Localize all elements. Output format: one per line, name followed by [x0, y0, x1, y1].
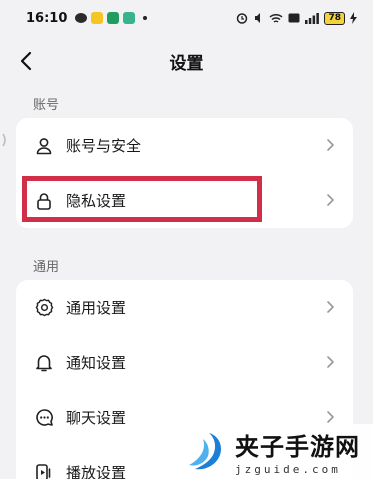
wifi-icon: [269, 13, 283, 23]
row-label: 通用设置: [66, 299, 127, 317]
chat-bubble-icon: [34, 408, 54, 428]
row-label: 通知设置: [66, 354, 127, 372]
bell-icon: [34, 353, 54, 373]
battery-indicator: 78: [324, 11, 345, 25]
status-app-icons: [75, 12, 136, 24]
section-label-general: 通用: [33, 260, 60, 275]
more-notifications-dot: [143, 16, 148, 20]
charging-icon: [350, 12, 357, 24]
row-general-settings[interactable]: 通用设置: [16, 280, 353, 335]
status-time: 16:10: [26, 10, 68, 26]
section-label-account: 账号: [33, 98, 60, 113]
back-button[interactable]: [14, 48, 38, 74]
row-label: 播放设置: [66, 464, 127, 479]
status-right: 78: [236, 11, 357, 25]
signal-icon: [305, 12, 320, 24]
watermark-logo: [189, 432, 221, 469]
row-label: 账号与安全: [66, 137, 142, 155]
chevron-right-icon: [327, 194, 334, 206]
play-device-icon: [34, 463, 54, 479]
watermark: 夹子手游网 jzguide.com: [175, 424, 373, 479]
chevron-right-icon: [327, 139, 334, 151]
nav-bar: 设置: [0, 40, 373, 82]
chevron-right-icon: [327, 356, 334, 368]
page-title: 设置: [169, 53, 204, 74]
app-notification-icon: [123, 12, 136, 24]
chevron-right-icon: [327, 411, 334, 423]
highlight-box: [22, 176, 262, 222]
status-bar: 16:10 78: [0, 0, 373, 36]
edge-handle-icon: [2, 133, 6, 147]
hd-icon: [288, 13, 300, 23]
alarm-icon: [237, 13, 248, 24]
row-notification-settings[interactable]: 通知设置: [16, 335, 353, 390]
row-label: 聊天设置: [66, 409, 127, 427]
chevron-left-icon: [20, 51, 32, 71]
watermark-url: jzguide.com: [235, 463, 341, 476]
wechat-icon: [75, 13, 88, 23]
app-notification-icon: [91, 12, 104, 24]
watermark-title: 夹子手游网: [235, 432, 360, 461]
row-account-security[interactable]: 账号与安全: [16, 118, 353, 173]
gear-icon: [34, 298, 54, 318]
mute-icon: [255, 13, 261, 23]
app-notification-icon: [107, 12, 120, 24]
chevron-right-icon: [327, 301, 334, 313]
person-icon: [34, 136, 54, 156]
